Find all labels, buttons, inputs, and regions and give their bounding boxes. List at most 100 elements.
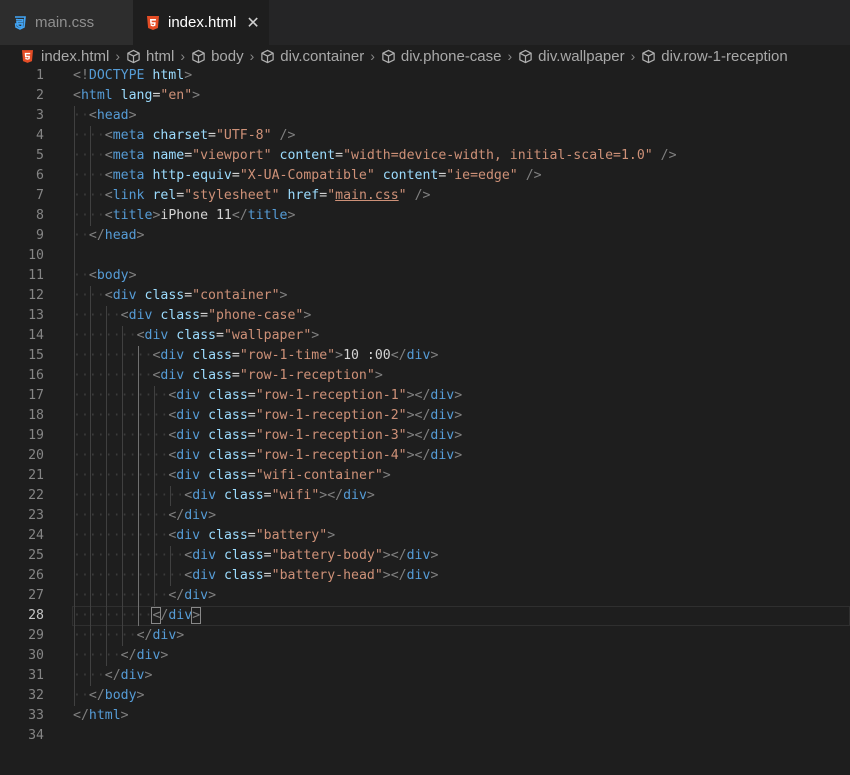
line-number: 26	[28, 568, 44, 583]
code-line[interactable]: 29 ········</div>	[0, 626, 850, 646]
code-line[interactable]: 22 ··············<div class="wifi"></div>	[0, 486, 850, 506]
code-line[interactable]: 11 ··<body>	[0, 266, 850, 286]
code-line[interactable]: 33 </html>	[0, 706, 850, 726]
line-number: 28	[28, 608, 44, 623]
symbol-element-icon	[641, 49, 656, 64]
chevron-right-icon: ›	[180, 48, 186, 64]
code-text: ··</head>	[73, 228, 145, 243]
breadcrumb-item[interactable]: div.container	[260, 48, 364, 65]
breadcrumb: index.html › html › body › div.container › div.p…	[0, 45, 850, 67]
symbol-element-icon	[518, 49, 533, 64]
code-text: ············<div class="row-1-reception-…	[73, 388, 463, 403]
code-line[interactable]: 13 ······<div class="phone-case">	[0, 306, 850, 326]
code-line[interactable]: 10	[0, 246, 850, 266]
code-line[interactable]: 8 ····<title>iPhone 11</title>	[0, 206, 850, 226]
code-line[interactable]: 23 ············</div>	[0, 506, 850, 526]
chevron-right-icon: ›	[630, 48, 636, 64]
breadcrumb-label: html	[146, 47, 175, 65]
code-line[interactable]: 4 ····<meta charset="UTF-8" />	[0, 126, 850, 146]
line-number: 20	[28, 448, 44, 463]
indent-guide	[90, 286, 92, 686]
code-text: ············<div class="row-1-reception-…	[73, 448, 463, 463]
line-number: 14	[28, 328, 44, 343]
code-line[interactable]: 27 ············</div>	[0, 586, 850, 606]
code-line[interactable]: 1 <!DOCTYPE html>	[0, 66, 850, 86]
indent-guide	[154, 386, 156, 606]
breadcrumb-label: div.wallpaper	[538, 47, 625, 65]
symbol-element-icon	[381, 49, 396, 64]
line-number: 4	[36, 128, 44, 143]
code-line[interactable]: 21 ············<div class="wifi-container…	[0, 466, 850, 486]
line-number: 8	[36, 208, 44, 223]
code-text: ············<div class="battery">	[73, 528, 336, 543]
code-line[interactable]: 12 ····<div class="container">	[0, 286, 850, 306]
indent-guide	[106, 306, 108, 666]
code-line[interactable]: 5 ····<meta name="viewport" content="widt…	[0, 146, 850, 166]
line-number: 18	[28, 408, 44, 423]
breadcrumb-item[interactable]: body	[191, 48, 244, 65]
code-text: ············<div class="row-1-reception-…	[73, 408, 463, 423]
tab-index-html[interactable]: index.html ✕	[133, 0, 269, 45]
code-line[interactable]: 24 ············<div class="battery">	[0, 526, 850, 546]
line-number: 7	[36, 188, 44, 203]
code-line[interactable]: 6 ····<meta http-equiv="X-UA-Compatible" …	[0, 166, 850, 186]
tab-main-css[interactable]: main.css	[0, 0, 133, 45]
code-text: ····<meta http-equiv="X-UA-Compatible" c…	[73, 168, 542, 183]
code-text: ········<div class="wallpaper">	[73, 328, 320, 343]
code-text: ······<div class="phone-case">	[73, 308, 312, 323]
code-line[interactable]: 20 ············<div class="row-1-receptio…	[0, 446, 850, 466]
line-number: 9	[36, 228, 44, 243]
line-number: 22	[28, 488, 44, 503]
line-number: 32	[28, 688, 44, 703]
line-number: 5	[36, 148, 44, 163]
line-number: 3	[36, 108, 44, 123]
line-number: 6	[36, 168, 44, 183]
line-number: 27	[28, 588, 44, 603]
code-line[interactable]: 25 ··············<div class="battery-body…	[0, 546, 850, 566]
breadcrumb-label: div.container	[280, 47, 365, 65]
line-number: 24	[28, 528, 44, 543]
breadcrumb-item[interactable]: div.wallpaper	[518, 47, 625, 65]
indent-guide	[90, 126, 92, 226]
indent-guide	[170, 546, 172, 586]
code-line[interactable]: 15 ··········<div class="row-1-time">10 :…	[0, 346, 850, 366]
line-number: 16	[28, 368, 44, 383]
code-text: ··············<div class="battery-body">…	[73, 548, 439, 563]
code-line[interactable]: 26 ··············<div class="battery-head…	[0, 566, 850, 586]
code-line[interactable]: 14 ········<div class="wallpaper">	[0, 326, 850, 346]
line-number: 23	[28, 508, 44, 523]
chevron-right-icon: ›	[370, 48, 375, 64]
breadcrumb-item[interactable]: div.phone-case	[381, 48, 502, 65]
code-line[interactable]: 16 ··········<div class="row-1-reception"…	[0, 366, 850, 386]
code-line[interactable]: 31 ····</div>	[0, 666, 850, 686]
line-number: 21	[28, 468, 44, 483]
code-line[interactable]: 7 ····<link rel="stylesheet" href="main.c…	[0, 186, 850, 206]
line-number: 25	[28, 548, 44, 563]
code-editor[interactable]: 1 <!DOCTYPE html> 2 <html lang="en"> 3 ··<hea…	[0, 66, 850, 775]
line-number: 33	[28, 708, 44, 723]
line-number: 10	[28, 248, 44, 263]
breadcrumb-item[interactable]: index.html	[0, 48, 109, 65]
line-number: 12	[28, 288, 44, 303]
breadcrumb-item[interactable]: div.row-1-reception	[641, 47, 788, 65]
css3-icon	[14, 15, 26, 30]
code-text: ············</div>	[73, 508, 217, 523]
code-line[interactable]: 2 <html lang="en">	[0, 86, 850, 106]
close-icon[interactable]: ✕	[246, 13, 259, 33]
breadcrumb-label: div.row-1-reception	[661, 47, 788, 65]
tab-label: main.css	[35, 14, 95, 31]
code-line[interactable]: 30 ······</div>	[0, 646, 850, 666]
breadcrumb-item[interactable]: html	[126, 48, 174, 65]
symbol-element-icon	[191, 49, 206, 64]
tab-bar: main.css index.html ✕	[0, 0, 850, 46]
code-line[interactable]: 18 ············<div class="row-1-receptio…	[0, 406, 850, 426]
line-number: 31	[28, 668, 44, 683]
code-line[interactable]: 32 ··</body>	[0, 686, 850, 706]
indent-guide	[74, 106, 75, 706]
code-line[interactable]: 34	[0, 726, 850, 746]
code-line[interactable]: 9 ··</head>	[0, 226, 850, 246]
code-line[interactable]: 17 ············<div class="row-1-receptio…	[0, 386, 850, 406]
code-text: ····</div>	[73, 668, 153, 683]
code-line[interactable]: 19 ············<div class="row-1-receptio…	[0, 426, 850, 446]
code-line[interactable]: 3 ··<head>	[0, 106, 850, 126]
